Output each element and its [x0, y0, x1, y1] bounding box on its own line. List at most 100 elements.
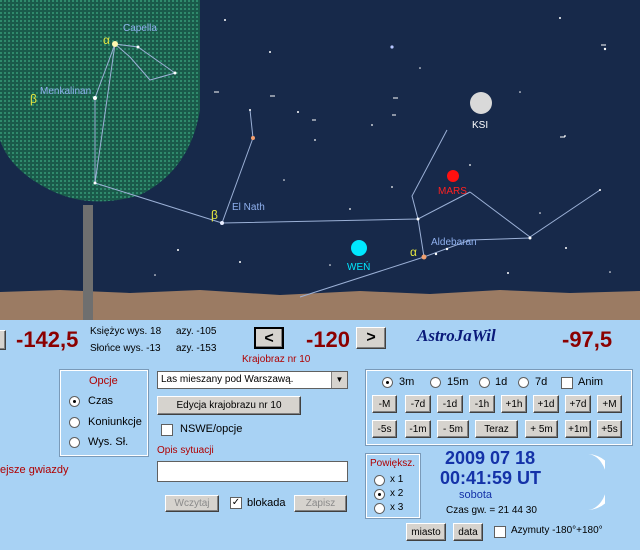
beta-label: β — [30, 92, 37, 106]
beta-label: β — [211, 208, 218, 222]
nswe-checkbox[interactable] — [161, 424, 173, 436]
zoom-x1-radio[interactable] — [374, 475, 385, 486]
ksi-moon[interactable] — [470, 92, 492, 114]
minus-5m-button[interactable]: - 5m — [437, 420, 469, 438]
step-3m-label[interactable]: 3m — [399, 376, 414, 388]
zoom-x3-label[interactable]: x 3 — [390, 502, 403, 513]
zoom-x2-label[interactable]: x 2 — [390, 488, 403, 499]
step-1d-label[interactable]: 1d — [495, 376, 507, 388]
nswe-label: NSWE/opcje — [180, 423, 243, 435]
sun-azimuth: azy. -153 — [176, 343, 217, 354]
lock-checkbox[interactable]: ✓ — [230, 497, 242, 509]
left-edge-button[interactable] — [0, 330, 6, 350]
option-sun-height-label[interactable]: Wys. Sł. — [88, 436, 128, 448]
alpha-label: α — [103, 33, 110, 47]
alpha-label: α — [410, 245, 417, 259]
chevron-down-icon[interactable]: ▼ — [331, 372, 347, 388]
next-direction-button[interactable]: > — [356, 327, 386, 349]
sidereal-time: Czas gw. = 21 44 30 — [446, 505, 537, 516]
star — [173, 71, 177, 75]
option-conjunction-radio[interactable] — [69, 417, 80, 428]
option-time-label[interactable]: Czas — [88, 395, 113, 407]
step-15m-radio[interactable] — [430, 377, 441, 388]
time-display: 00:41:59 UT — [440, 468, 542, 488]
plus-5m-button[interactable]: + 5m — [525, 420, 558, 438]
star — [434, 252, 438, 256]
step-15m-label[interactable]: 15m — [447, 376, 468, 388]
zoom-title: Powiększ. — [370, 458, 416, 469]
anim-checkbox[interactable] — [561, 377, 573, 389]
sky-view[interactable]: Capella α Menkalinan β El Nath β Aldebar… — [0, 0, 640, 320]
prev-direction-button[interactable]: < — [254, 327, 284, 349]
zoom-x2-radio[interactable] — [374, 489, 385, 500]
plus-1d-button[interactable]: +1d — [533, 395, 559, 413]
step-7d-label[interactable]: 7d — [535, 376, 547, 388]
ground — [0, 290, 640, 320]
minus-month-button[interactable]: -M — [372, 395, 397, 413]
weekday-display: sobota — [459, 489, 493, 501]
plus-7d-button[interactable]: +7d — [565, 395, 591, 413]
elnath-label: El Nath — [232, 202, 265, 213]
step-7d-radio[interactable] — [518, 377, 529, 388]
capella-label: Capella — [123, 23, 157, 34]
plus-month-button[interactable]: +M — [597, 395, 622, 413]
option-conjunction-label[interactable]: Koniunkcje — [88, 416, 142, 428]
save-button[interactable]: Zapisz — [294, 495, 347, 512]
minus-1d-button[interactable]: -1d — [437, 395, 463, 413]
anim-label: Anim — [578, 376, 604, 388]
aldebaran-label: Aldebaran — [431, 237, 477, 248]
lock-label: blokada — [247, 497, 286, 509]
star — [528, 236, 532, 240]
load-button[interactable]: Wczytaj — [165, 495, 219, 512]
option-time-radio[interactable] — [69, 396, 80, 407]
wen-planet[interactable] — [351, 240, 367, 256]
control-panel: -142,5 Księżyc wys. 18 azy. -105 Słońce … — [0, 320, 640, 550]
plus-1h-button[interactable]: +1h — [501, 395, 527, 413]
star — [136, 45, 140, 49]
center-azimuth-value: -120 — [306, 327, 351, 352]
left-azimuth-value: -142,5 — [16, 327, 79, 352]
step-3m-radio[interactable] — [382, 377, 393, 388]
landscape-label: Krajobraz nr 10 — [242, 354, 311, 365]
menkalinan-label: Menkalinan — [40, 86, 91, 97]
brightest-stars-link[interactable]: ejsze gwiazdy — [0, 464, 68, 476]
description-input[interactable] — [157, 461, 348, 482]
landscape-select[interactable]: Las mieszany pod Warszawą. ▼ — [157, 371, 348, 389]
zoom-x1-label[interactable]: x 1 — [390, 474, 403, 485]
elnath-star — [220, 221, 224, 225]
minus-1m-button[interactable]: -1m — [405, 420, 431, 438]
plus-5s-button[interactable]: +5s — [597, 420, 622, 438]
right-azimuth-value: -97,5 — [562, 327, 613, 352]
menkalinan-star — [93, 96, 97, 100]
step-1d-radio[interactable] — [479, 377, 490, 388]
options-title: Opcje — [89, 375, 118, 387]
star — [445, 247, 449, 251]
date-display: 2009 07 18 — [445, 448, 536, 468]
mars-label: MARS — [438, 186, 467, 197]
star — [416, 217, 420, 221]
minus-5s-button[interactable]: -5s — [372, 420, 397, 438]
wen-label: WEŃ — [347, 260, 370, 273]
now-button[interactable]: Teraz — [475, 420, 518, 438]
minus-1h-button[interactable]: -1h — [469, 395, 495, 413]
edit-landscape-button[interactable]: Edycja krajobrazu nr 10 — [157, 396, 301, 415]
option-sun-height-radio[interactable] — [69, 437, 80, 448]
plus-1m-button[interactable]: +1m — [565, 420, 591, 438]
city-button[interactable]: miasto — [406, 523, 446, 541]
sun-info: Słońce wys. -13 — [90, 343, 161, 354]
aldebaran-star — [421, 254, 427, 260]
moon-azimuth: azy. -105 — [176, 326, 217, 337]
moon-info: Księżyc wys. 18 — [90, 326, 162, 337]
star — [249, 109, 251, 111]
capella-star — [112, 41, 118, 47]
star — [93, 181, 97, 185]
zoom-x3-radio[interactable] — [374, 503, 385, 514]
date-button[interactable]: data — [453, 523, 483, 541]
landscape-select-value: Las mieszany pod Warszawą. — [161, 374, 294, 385]
minus-7d-button[interactable]: -7d — [405, 395, 431, 413]
tree-trunk — [83, 205, 93, 320]
azimuth-label: Azymuty -180°+180° — [511, 525, 603, 536]
mars-planet[interactable] — [447, 170, 459, 182]
azimuth-checkbox[interactable] — [494, 526, 506, 538]
app-title: AstroJaWil — [417, 326, 496, 345]
